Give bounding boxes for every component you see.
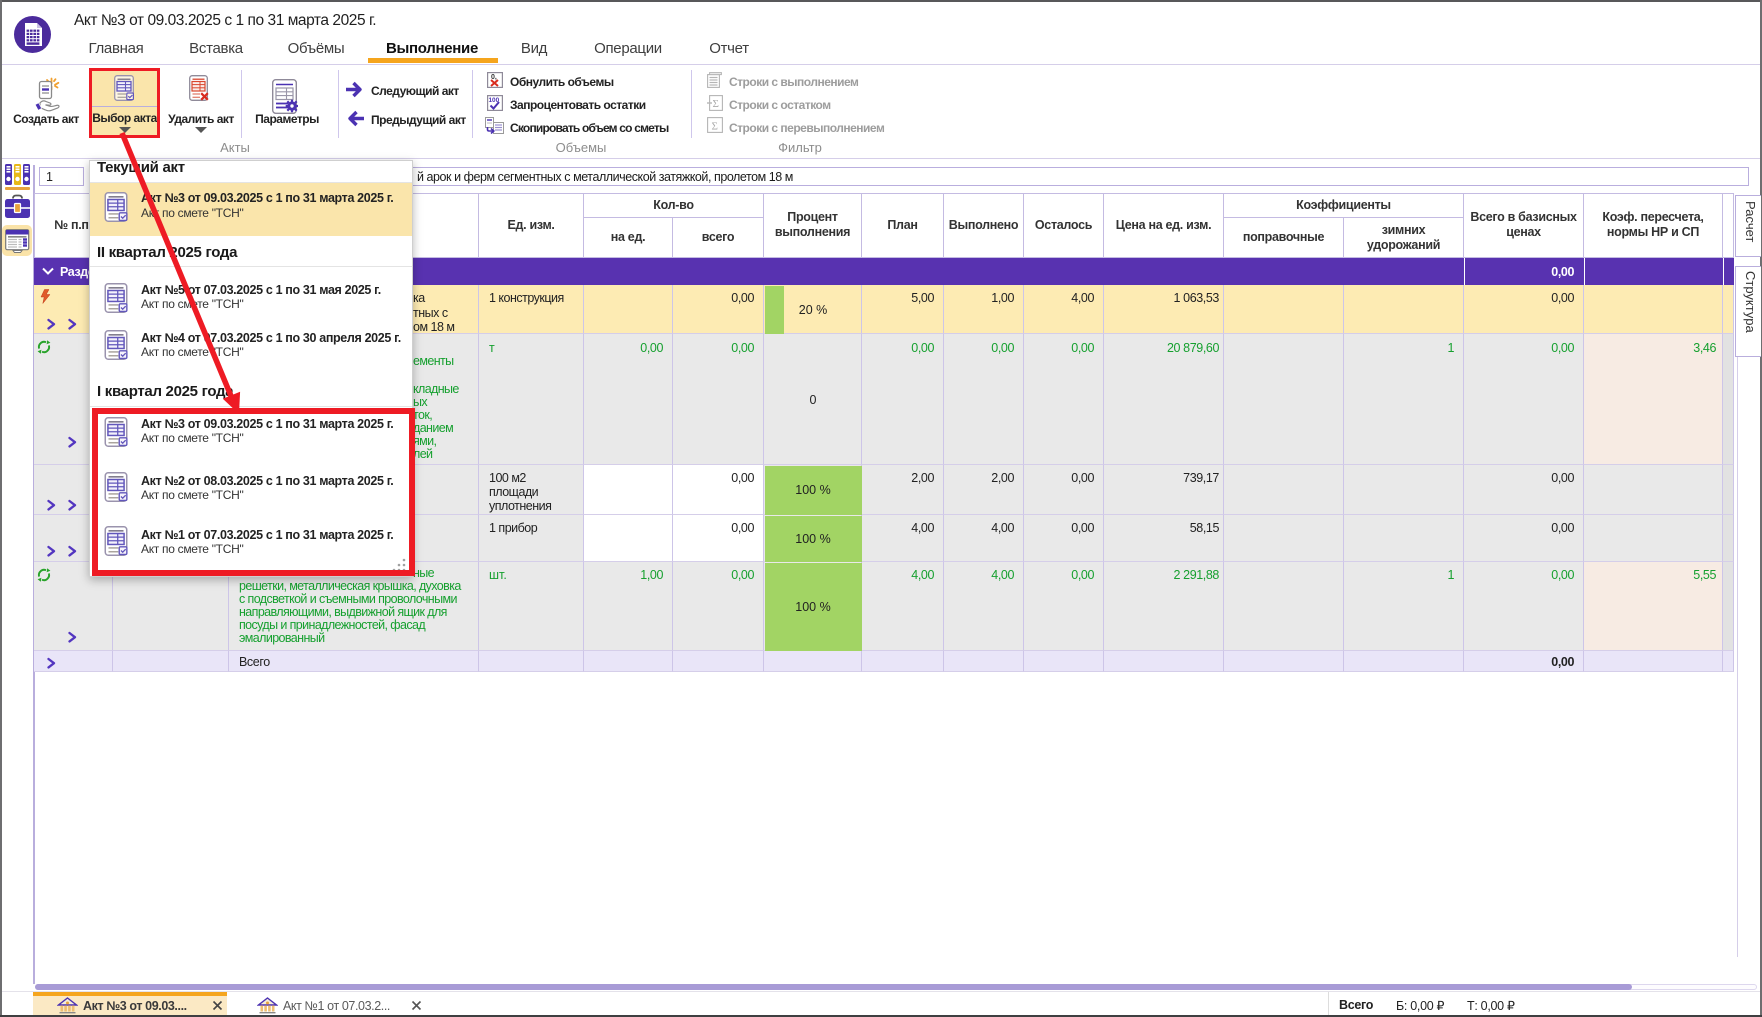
svg-text:Σ: Σ	[713, 98, 719, 110]
svg-text:Σ: Σ	[712, 121, 718, 133]
